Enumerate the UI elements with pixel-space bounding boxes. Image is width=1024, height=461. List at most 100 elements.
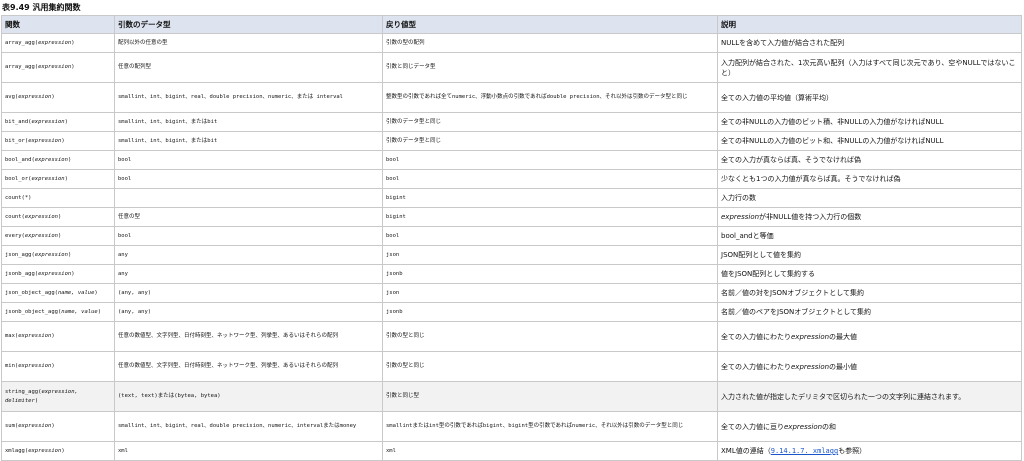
description-text: 全ての非NULLの入力値のビット積、非NULLの入力値がなければNULL (721, 118, 944, 126)
function-param: name, value (61, 308, 98, 315)
cell-description: NULLを含めて入力値が結合された配列 (717, 33, 1022, 53)
description-text: 全ての非NULLの入力値のビット和、非NULLの入力値がなければNULL (721, 137, 944, 145)
cell-argument-type: 任意の型 (114, 207, 383, 227)
function-close: ) (51, 423, 55, 429)
cell-return-type: 引数のデータ型と同じ (382, 131, 718, 151)
function-param: name, value (57, 289, 95, 296)
description-text: 入力された値が指定したデリミタで区切られた一つの文字列に連結されます。 (721, 392, 966, 401)
description-text: 全ての入力が真ならば真、そうでなければ偽 (721, 156, 861, 164)
cell-return-type: 引数の型の配列 (382, 33, 718, 53)
function-close: ) (71, 270, 75, 277)
column-header-function: 関数 (1, 15, 115, 34)
function-param: expression (31, 118, 65, 125)
cell-function: sum(expression) (1, 411, 115, 442)
cell-description: 名前／値の対をJSONオブジェクトとして集約 (717, 283, 1022, 303)
cell-function: json_agg(expression) (1, 245, 115, 265)
function-close: ) (64, 175, 68, 182)
cell-function: bool_and(expression) (1, 150, 115, 170)
aggregate-functions-table: 関数 引数のデータ型 戻り値型 説明 array_agg(expression)… (1, 15, 1022, 461)
cell-return-type: bool (382, 169, 718, 189)
table-body: array_agg(expression) 配列以外の任意の型 引数の型の配列 NUL… (1, 33, 1022, 461)
table-row: avg(expression) smallint、int、bigint、real、… (1, 82, 1022, 113)
cell-return-type: json (382, 245, 718, 265)
cell-function: bool_or(expression) (1, 169, 115, 189)
function-close: ) (71, 39, 75, 46)
column-header-argument-type: 引数のデータ型 (114, 15, 383, 34)
cell-function: jsonb_agg(expression) (1, 264, 115, 284)
cell-description: 入力行の数 (717, 188, 1022, 208)
function-close: ) (51, 333, 55, 339)
function-close: ) (67, 251, 72, 258)
table-row: json_object_agg(name, value) (any, any) js… (1, 283, 1022, 303)
table-row: bool_or(expression) bool bool 少なくとも1つの入力値が真… (1, 169, 1022, 189)
function-param: expression (34, 156, 68, 163)
cell-description: JSON配列として値を集約 (717, 245, 1022, 265)
cell-function: every(expression) (1, 226, 115, 246)
table-header-row: 関数 引数のデータ型 戻り値型 説明 (1, 15, 1022, 34)
xmlagg-reference-link[interactable]: 9.14.1.7. xmlagg (771, 447, 838, 455)
function-close: ) (51, 363, 55, 369)
function-name: max( (5, 333, 19, 339)
cell-description-param: expression (791, 362, 830, 371)
cell-function: count(expression) (1, 207, 115, 227)
table-row: every(expression) bool bool bool_andと等価 (1, 226, 1022, 246)
cell-return-type: bigint (382, 188, 718, 208)
cell-function: count(*) (1, 188, 115, 208)
function-name: bit_and( (5, 118, 32, 125)
description-text: 全ての入力値にわたり (721, 362, 791, 371)
description-text: XML値の連結（ (721, 447, 771, 455)
cell-argument-type (114, 188, 383, 208)
table-row: min(expression) 任意の数値型、文字列型、日付時刻型、ネットワーク型… (1, 351, 1022, 382)
cell-description: XML値の連結（9.14.1.7. xmlaggも参照） (717, 441, 1022, 461)
cell-function: array_agg(expression) (1, 52, 115, 83)
cell-return-type: 整数型の引数であれば全てnumeric、浮動小数点の引数であればdouble p… (382, 82, 718, 113)
description-text: bool_andと等価 (721, 232, 774, 240)
cell-function: min(expression) (1, 351, 115, 382)
cell-description: bool_andと等価 (717, 226, 1022, 246)
function-name: jsonb_object_agg( (5, 308, 62, 315)
table-row: count(expression) 任意の型 bigint expressionが非N… (1, 207, 1022, 227)
cell-return-type: 引数のデータ型と同じ (382, 112, 718, 132)
function-name: bool_or( (5, 175, 32, 182)
description-text: NULLを含めて入力値が結合された配列 (721, 39, 845, 47)
table-row: array_agg(expression) 任意の配列型 引数と同じデータ型 入力配列… (1, 52, 1022, 83)
cell-description: 全ての入力値にわたりexpressionの最大値 (717, 321, 1022, 352)
function-param: expression (18, 423, 52, 429)
description-text: 全ての入力値の平均値（算術平均） (721, 93, 833, 102)
cell-argument-type: smallint、int、bigint、またはbit (114, 131, 383, 151)
cell-argument-type: any (114, 245, 383, 265)
description-text: 名前／値のペアをJSONオブジェクトとして集約 (721, 308, 872, 316)
description-suffix: の最小値 (829, 362, 858, 371)
description-text: 名前／値の対をJSONオブジェクトとして集約 (721, 289, 865, 297)
cell-argument-type: 任意の数値型、文字列型、日付時刻型、ネットワーク型、列挙型、あるいはそれらの配列 (114, 321, 383, 352)
table-row: bit_and(expression) smallint、int、bigint、ま… (1, 112, 1022, 132)
function-name: every( (5, 232, 25, 239)
function-name: xmlagg( (5, 447, 29, 454)
function-name: count( (5, 213, 25, 220)
function-param: expression (24, 213, 58, 220)
cell-argument-type: (any, any) (114, 283, 383, 303)
cell-description-param: expression (721, 213, 760, 221)
cell-description: 名前／値のペアをJSONオブジェクトとして集約 (717, 302, 1022, 322)
function-param: expression (34, 251, 68, 258)
cell-return-type: smallintまたはint型の引数であればbigint、bigint型の引数で… (382, 411, 718, 442)
cell-description-param: expression (791, 332, 830, 341)
cell-function: xmlagg(expression) (1, 441, 115, 461)
cell-description: 全ての入力値に亘りexpressionの和 (717, 411, 1022, 442)
function-close: ) (51, 94, 55, 100)
function-name: avg( (5, 94, 19, 100)
function-param: expression (38, 270, 72, 277)
function-param: expression (18, 363, 52, 369)
table-row: array_agg(expression) 配列以外の任意の型 引数の型の配列 NUL… (1, 33, 1022, 53)
cell-description: 全ての非NULLの入力値のビット積、非NULLの入力値がなければNULL (717, 112, 1022, 132)
cell-function: bit_and(expression) (1, 112, 115, 132)
cell-argument-type: xml (114, 441, 383, 461)
table-row: string_agg(expression, delimiter) (text, … (1, 381, 1022, 412)
description-suffix: の最大値 (829, 332, 858, 341)
column-header-description: 説明 (717, 15, 1022, 34)
cell-argument-type: bool (114, 169, 383, 189)
cell-function: json_object_agg(name, value) (1, 283, 115, 303)
description-text: 全ての入力値に亘り (721, 422, 784, 431)
cell-return-type: jsonb (382, 264, 718, 284)
cell-description: 値をJSON配列として集約する (717, 264, 1022, 284)
